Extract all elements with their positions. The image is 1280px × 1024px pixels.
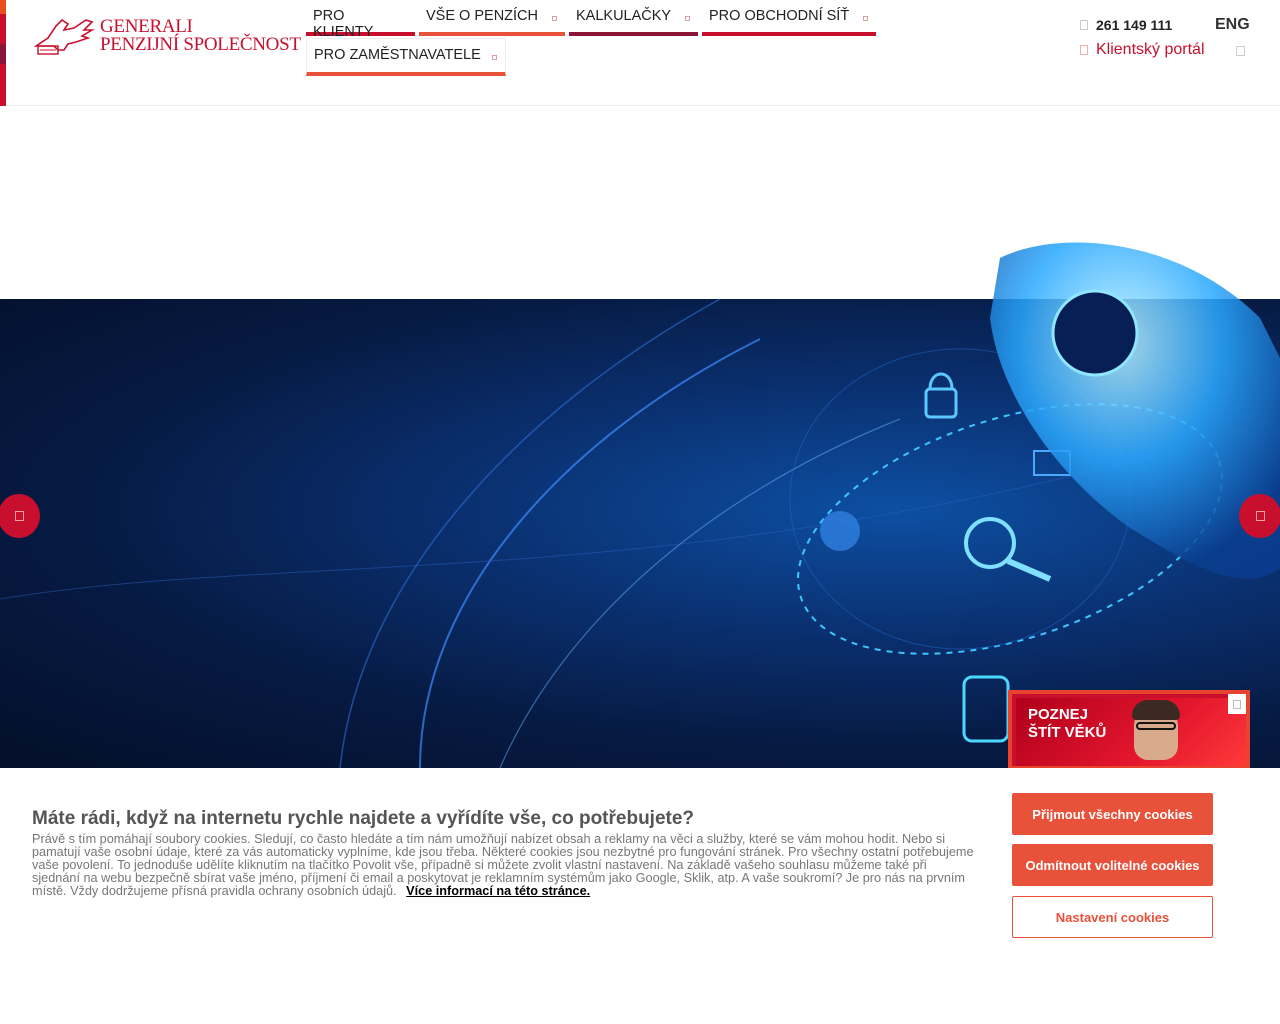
client-portal-link[interactable]: Klientský portál <box>1080 41 1205 59</box>
chevron-down-icon <box>863 16 868 21</box>
nav-pro-klienty-label: PRO KLIENTY <box>313 8 374 40</box>
nav-kalkulacky-label: KALKULAČKY <box>576 8 672 24</box>
cookie-banner: Máte rádi, když na internetu rychle najd… <box>0 768 1280 1024</box>
cookie-title: Máte rádi, když na internetu rychle najd… <box>32 808 695 829</box>
phone-number: 261 149 111 <box>1096 17 1173 33</box>
nav-pro-obchodni-sit-label: PRO OBCHODNÍ SÍŤ <box>709 8 850 24</box>
close-icon <box>1233 699 1241 709</box>
reject-optional-cookies-button[interactable]: Odmítnout volitelné cookies <box>1012 844 1213 886</box>
nav-vse-o-penzich-label: VŠE O PENZÍCH <box>426 8 538 24</box>
nav-pro-zamestnavatele[interactable]: PRO ZAMĚSTNAVATELE <box>306 38 506 76</box>
nav-vse-o-penzich[interactable]: VŠE O PENZÍCH <box>419 0 565 36</box>
promo-line-2: ŠTÍT VĚKŮ <box>1028 724 1107 741</box>
carousel-next-button[interactable] <box>1239 494 1280 538</box>
nav-pro-zamestnavatele-label: PRO ZAMĚSTNAVATELE <box>314 47 481 63</box>
arrow-right-icon <box>1255 511 1265 521</box>
page: GENERALI PENZIJNÍ SPOLEČNOST PRO KLIENTY… <box>0 0 1280 1024</box>
accept-all-cookies-button[interactable]: Přijmout všechny cookies <box>1012 793 1213 835</box>
logo-line-2: PENZIJNÍ SPOLEČNOST <box>100 34 301 55</box>
user-icon <box>1080 45 1088 55</box>
accent-strip-mid <box>0 44 6 64</box>
nav-kalkulacky[interactable]: KALKULAČKY <box>569 0 698 36</box>
carousel-prev-button[interactable] <box>0 494 40 538</box>
language-switch[interactable]: ENG <box>1215 16 1250 34</box>
lion-logo-icon <box>34 18 95 55</box>
promo-image: POZNEJ ŠTÍT VĚKŮ <box>1016 698 1246 766</box>
accent-strip <box>0 0 6 106</box>
phone-link[interactable]: 261 149 111 <box>1080 17 1172 33</box>
logo[interactable]: GENERALI PENZIJNÍ SPOLEČNOST <box>34 16 301 56</box>
chevron-down-icon <box>552 16 557 21</box>
promo-person-glasses <box>1136 722 1176 730</box>
cookie-body: Právě s tím pomáhají soubory cookies. Sl… <box>32 833 977 898</box>
promo-close-button[interactable] <box>1228 694 1246 714</box>
promo-person-hair <box>1132 700 1180 720</box>
phone-icon <box>1080 20 1088 30</box>
logo-text: GENERALI PENZIJNÍ SPOLEČNOST <box>100 17 301 55</box>
cookie-more-info-link[interactable]: Více informací na této stránce. <box>406 884 590 898</box>
arrow-left-icon <box>14 511 24 521</box>
promo-banner[interactable]: POZNEJ ŠTÍT VĚKŮ <box>1008 690 1250 770</box>
site-header: GENERALI PENZIJNÍ SPOLEČNOST PRO KLIENTY… <box>0 0 1280 106</box>
chevron-down-icon <box>492 55 497 60</box>
cookie-settings-button[interactable]: Nastavení cookies <box>1012 896 1213 938</box>
nav-pro-klienty[interactable]: PRO KLIENTY <box>306 0 415 40</box>
accent-strip-top <box>0 0 6 14</box>
search-icon[interactable] <box>1236 46 1245 56</box>
chevron-down-icon <box>685 16 690 21</box>
promo-line-1: POZNEJ <box>1028 706 1089 723</box>
nav-pro-obchodni-sit[interactable]: PRO OBCHODNÍ SÍŤ <box>702 0 876 36</box>
rocket-graphic <box>990 242 1280 579</box>
client-portal-label: Klientský portál <box>1096 41 1205 58</box>
promo-text: POZNEJ ŠTÍT VĚKŮ <box>1028 706 1106 742</box>
